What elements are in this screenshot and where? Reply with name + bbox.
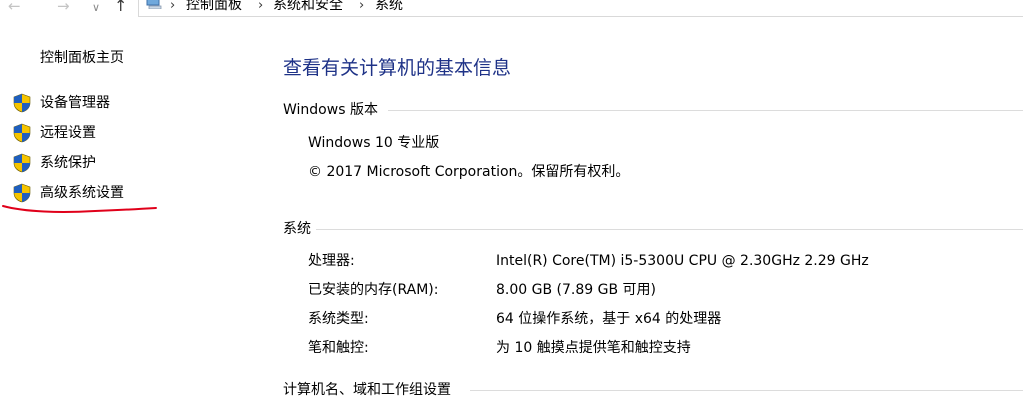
breadcrumb-control-panel[interactable]: 控制面板 bbox=[186, 0, 242, 14]
navigation-bar: ← → ∨ ↑ › 控制面板 › 系统和安全 › 系统 bbox=[0, 0, 1023, 17]
arrow-left-icon[interactable]: ← bbox=[8, 0, 21, 15]
section-heading-computer-name: 计算机名、域和工作组设置 bbox=[283, 382, 451, 398]
address-bar[interactable] bbox=[138, 0, 1023, 17]
windows-edition-text: Windows 10 专业版 bbox=[308, 135, 440, 151]
section-heading-system: 系统 bbox=[283, 221, 311, 237]
section-divider bbox=[388, 110, 1023, 111]
chevron-down-icon[interactable]: ∨ bbox=[92, 0, 100, 17]
sidebar-item-label: 设备管理器 bbox=[40, 95, 110, 111]
red-annotation-underline bbox=[2, 205, 157, 213]
system-control-panel-window: ← → ∨ ↑ › 控制面板 › 系统和安全 › 系统 控制面板主页 设备管理器 bbox=[0, 0, 1023, 410]
breadcrumb-system-security[interactable]: 系统和安全 bbox=[273, 0, 343, 14]
system-type-label: 系统类型: bbox=[308, 311, 369, 327]
page-title: 查看有关计算机的基本信息 bbox=[283, 57, 512, 79]
breadcrumb-system[interactable]: 系统 bbox=[375, 0, 403, 14]
section-divider bbox=[316, 229, 1023, 230]
pen-touch-label: 笔和触控: bbox=[308, 340, 369, 356]
sidebar-item-label: 远程设置 bbox=[40, 125, 96, 141]
processor-value: Intel(R) Core(TM) i5-5300U CPU @ 2.30GHz… bbox=[496, 253, 869, 269]
sidebar-item-system-protection[interactable]: 系统保护 bbox=[12, 152, 212, 174]
uac-shield-icon bbox=[13, 153, 31, 173]
section-heading-windows-edition: Windows 版本 bbox=[283, 102, 378, 118]
ram-label: 已安装的内存(RAM): bbox=[308, 282, 439, 298]
ram-value: 8.00 GB (7.89 GB 可用) bbox=[496, 282, 656, 298]
breadcrumb-separator-icon[interactable]: › bbox=[258, 0, 263, 14]
sidebar-item-device-manager[interactable]: 设备管理器 bbox=[12, 92, 212, 114]
copyright-text: © 2017 Microsoft Corporation。保留所有权利。 bbox=[308, 164, 630, 180]
uac-shield-icon bbox=[13, 93, 31, 113]
control-panel-icon bbox=[146, 0, 162, 9]
sidebar-item-remote-settings[interactable]: 远程设置 bbox=[12, 122, 212, 144]
control-panel-home-link[interactable]: 控制面板主页 bbox=[40, 49, 124, 67]
sidebar-item-label: 系统保护 bbox=[40, 155, 96, 171]
arrow-right-icon[interactable]: → bbox=[57, 0, 70, 15]
processor-label: 处理器: bbox=[308, 253, 355, 269]
uac-shield-icon bbox=[13, 123, 31, 143]
breadcrumb-separator-icon[interactable]: › bbox=[359, 0, 364, 14]
section-divider bbox=[470, 390, 1023, 391]
arrow-up-icon[interactable]: ↑ bbox=[114, 0, 127, 15]
system-type-value: 64 位操作系统，基于 x64 的处理器 bbox=[496, 311, 722, 327]
breadcrumb-separator-icon[interactable]: › bbox=[170, 0, 175, 14]
pen-touch-value: 为 10 触摸点提供笔和触控支持 bbox=[496, 340, 691, 356]
